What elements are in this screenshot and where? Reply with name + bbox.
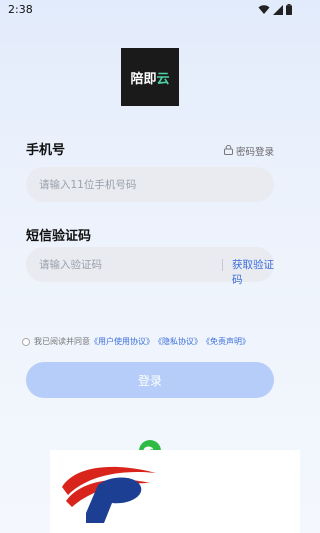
- code-placeholder: 请输入验证码: [39, 259, 102, 271]
- phone-placeholder: 请输入11位手机号码: [39, 179, 137, 191]
- login-button[interactable]: 登录: [26, 362, 274, 398]
- logo-text: 陪即: [130, 71, 157, 87]
- password-login-link[interactable]: 密码登录: [223, 144, 274, 158]
- code-divider: [222, 259, 223, 271]
- battery-icon: [286, 4, 292, 15]
- agreement-prefix: 我已阅读并同意: [34, 337, 90, 346]
- password-login-label: 密码登录: [235, 147, 274, 158]
- app-logo: 陪即云: [121, 48, 179, 106]
- phone-label: 手机号: [26, 143, 66, 158]
- code-input[interactable]: 请输入验证码 获取验证码: [26, 247, 274, 286]
- phone-input[interactable]: 请输入11位手机号码: [26, 167, 274, 202]
- privacy-link[interactable]: 《隐私协议》: [154, 336, 202, 347]
- user-agreement-link[interactable]: 《用户使用协议》: [90, 336, 154, 347]
- agreement-checkbox[interactable]: [22, 337, 30, 346]
- lock-icon: [223, 144, 233, 158]
- disclaimer-link[interactable]: 《免责声明》: [202, 336, 250, 347]
- status-time: 2:38: [8, 3, 33, 16]
- logo-accent-text: 云: [156, 71, 170, 87]
- agreement-row: 我已阅读并同意 《用户使用协议》 《隐私协议》 《免责声明》: [22, 336, 250, 347]
- overlay-brand-logo: [62, 466, 156, 523]
- signal-icon: [273, 4, 283, 15]
- status-bar: 2:38: [0, 0, 300, 22]
- code-label: 短信验证码: [26, 229, 92, 244]
- status-icons: [258, 4, 292, 15]
- get-code-button[interactable]: 获取验证码: [232, 257, 274, 287]
- wifi-icon: [258, 4, 270, 15]
